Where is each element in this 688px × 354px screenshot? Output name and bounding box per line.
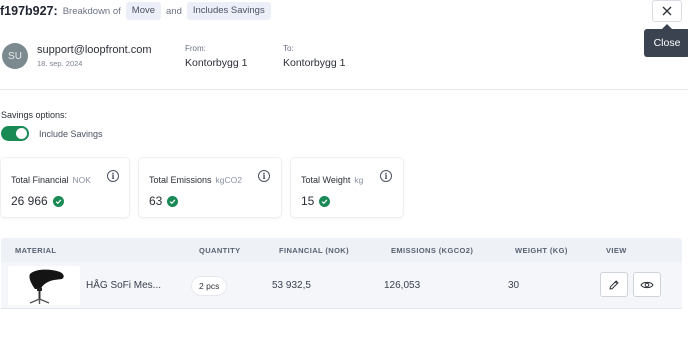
table-header: MATERIAL QUANTITY FINANCIAL (NOK) EMISSI… — [1, 238, 682, 262]
card-unit: kgCO2 — [215, 175, 242, 185]
info-icon[interactable]: i — [380, 170, 392, 182]
card-value: 15 — [301, 194, 315, 208]
weight-value: 30 — [508, 280, 520, 291]
check-circle-icon — [167, 195, 179, 207]
header: f197b927: Breakdown of Move and Includes… — [0, 0, 271, 22]
include-savings-label: Include Savings — [39, 129, 103, 139]
chair-image — [29, 269, 64, 304]
divider — [0, 89, 688, 90]
card-label: Total Weight — [301, 175, 351, 185]
includes-savings-chip: Includes Savings — [186, 2, 271, 20]
quantity-pill: 2 pcs — [192, 277, 227, 295]
emissions-value: 126,053 — [384, 280, 421, 291]
column-header: VIEW — [606, 246, 627, 255]
product-thumbnail — [8, 266, 80, 305]
table-row[interactable]: HÅG SoFi Mes... 2 pcs 53 932,5 126,053 3… — [1, 262, 682, 309]
savings-options-title: Savings options: — [1, 110, 68, 120]
from-value: Kontorbygg 1 — [185, 57, 248, 69]
card-unit: kg — [354, 175, 364, 185]
close-button[interactable] — [652, 0, 682, 22]
eye-icon — [640, 281, 654, 288]
move-chip: Move — [125, 2, 162, 20]
total-financial-card: Total Financial NOK i 26 966 — [1, 158, 129, 217]
close-icon — [662, 6, 672, 16]
info-icon[interactable]: i — [107, 170, 119, 182]
check-circle-icon — [319, 195, 331, 207]
pencil-icon — [609, 280, 619, 289]
from-label: From: — [185, 44, 206, 53]
to-value: Kontorbygg 1 — [283, 57, 346, 69]
column-header: EMISSIONS (KGCO2) — [391, 246, 474, 255]
card-unit: NOK — [72, 175, 91, 185]
info-icon[interactable]: i — [258, 170, 270, 182]
and-label: and — [166, 5, 182, 17]
total-emissions-card: Total Emissions kgCO2 i 63 — [139, 158, 281, 217]
to-label: To: — [283, 44, 294, 53]
card-label: Total Financial — [11, 175, 69, 185]
breakdown-label: Breakdown of — [62, 5, 121, 17]
card-label: Total Emissions — [149, 175, 212, 185]
record-id: f197b927: — [0, 4, 58, 18]
check-circle-icon — [52, 195, 64, 207]
include-savings-toggle[interactable] — [1, 126, 29, 141]
column-header: MATERIAL — [15, 246, 57, 255]
column-header: FINANCIAL (NOK) — [279, 246, 350, 255]
close-tooltip: Close — [644, 24, 688, 57]
column-header: WEIGHT (KG) — [515, 246, 568, 255]
column-header: QUANTITY — [199, 246, 241, 255]
edit-button[interactable] — [600, 272, 628, 297]
card-value: 26 966 — [11, 194, 48, 208]
toggle-knob — [16, 128, 27, 139]
total-weight-card: Total Weight kg i 15 — [291, 158, 403, 217]
card-value: 63 — [149, 194, 163, 208]
move-date: 18. sep. 2024 — [37, 59, 83, 68]
avatar: SU — [2, 43, 28, 69]
user-email: support@loopfront.com — [37, 44, 152, 56]
material-name[interactable]: HÅG SoFi Mes... — [86, 280, 161, 291]
view-button[interactable] — [633, 272, 661, 297]
financial-value: 53 932,5 — [272, 280, 311, 291]
